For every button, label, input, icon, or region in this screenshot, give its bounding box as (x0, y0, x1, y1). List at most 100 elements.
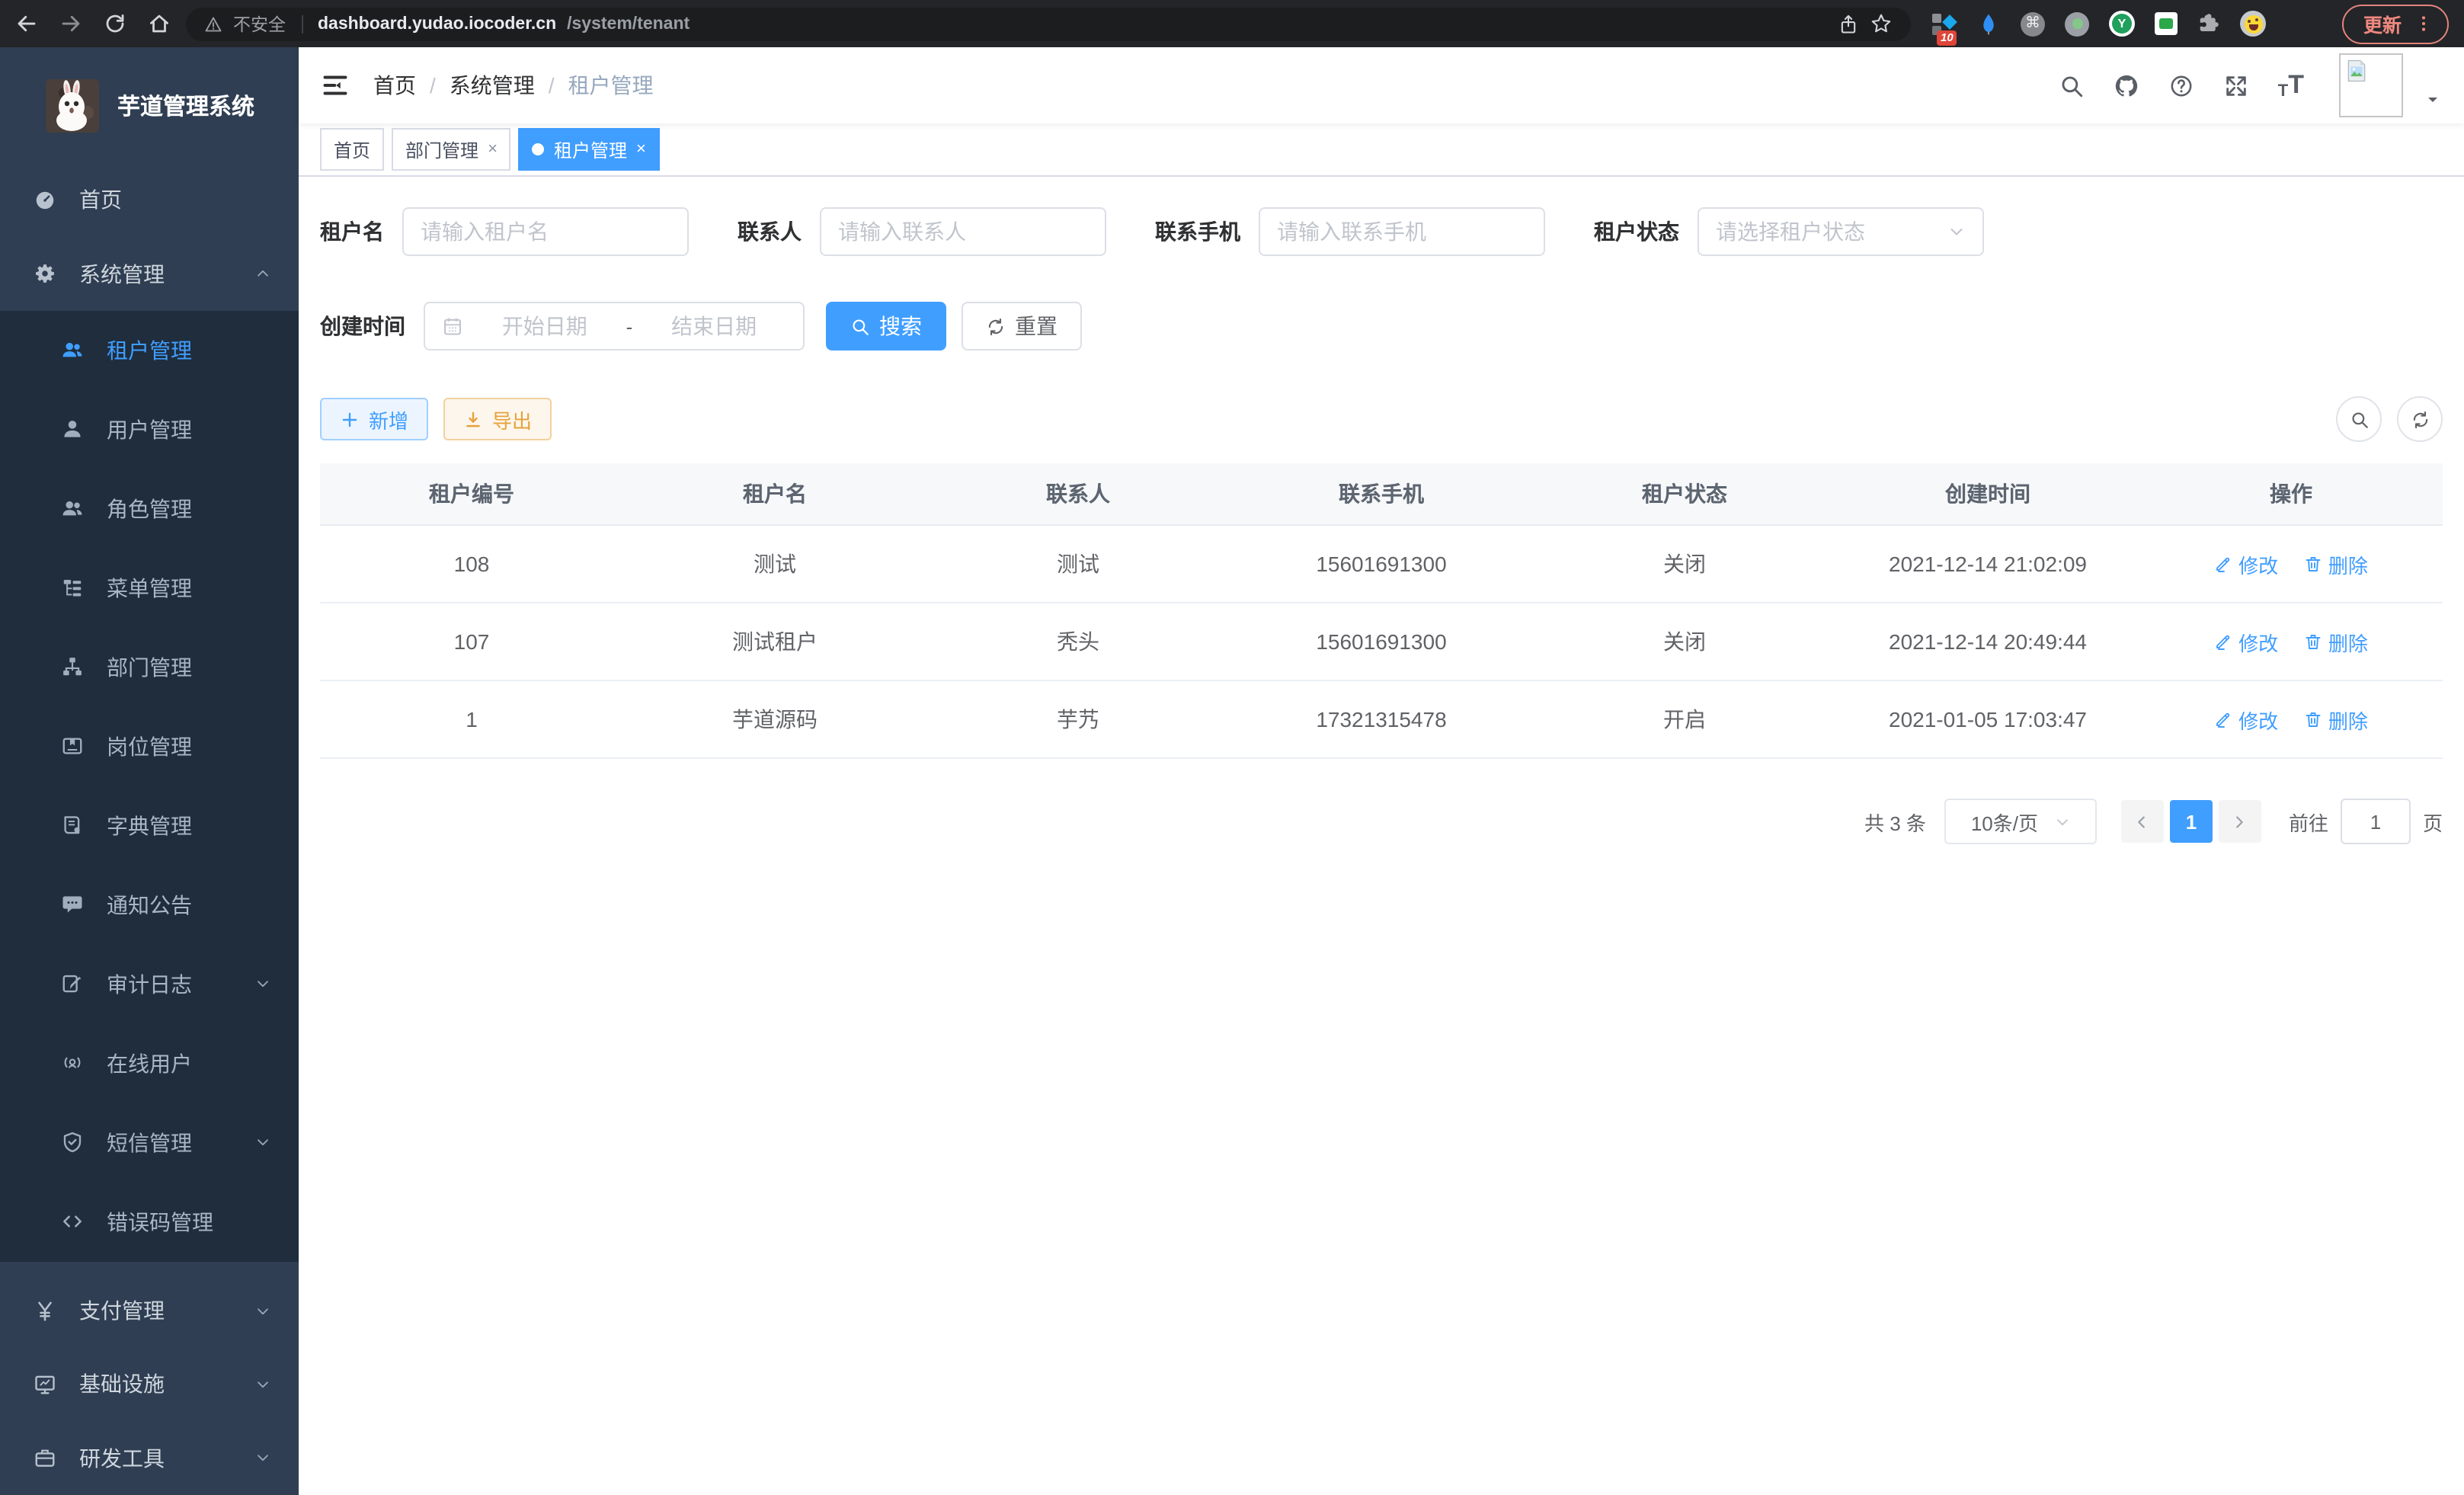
sidebar-item-sms[interactable]: 短信管理 (0, 1103, 299, 1183)
gear-icon (32, 263, 56, 286)
sidebar-item-menu[interactable]: 菜单管理 (0, 549, 299, 628)
pagination: 共 3 条 10条/页 1 前往 页 (320, 799, 2443, 844)
next-page-button[interactable] (2219, 800, 2261, 843)
search-icon[interactable] (2059, 72, 2085, 98)
font-size-icon[interactable]: TT (2278, 70, 2304, 101)
user-menu-caret-icon[interactable] (2426, 93, 2440, 107)
dashboard-icon (32, 189, 56, 212)
briefcase-icon (32, 1447, 56, 1470)
extension-boxes-icon[interactable]: 10 (1932, 11, 1957, 36)
tab-home[interactable]: 首页 (320, 128, 384, 171)
sidebar-item-online-user[interactable]: 在线用户 (0, 1024, 299, 1103)
edit-link[interactable]: 修改 (2214, 627, 2278, 656)
chevron-down-icon (254, 1376, 271, 1393)
sidebar-item-notice[interactable]: 通知公告 (0, 866, 299, 945)
edit-link[interactable]: 修改 (2214, 549, 2278, 578)
delete-link[interactable]: 删除 (2304, 705, 2368, 734)
sidebar-item-devtool[interactable]: 研发工具 (0, 1421, 299, 1495)
avatar[interactable] (2339, 53, 2403, 117)
phone-label: 联系手机 (1155, 216, 1240, 247)
breadcrumb-current: 租户管理 (568, 70, 654, 101)
forward-icon[interactable] (59, 12, 82, 35)
chevron-down-icon (254, 976, 271, 993)
sidebar-item-audit-log[interactable]: 审计日志 (0, 945, 299, 1024)
extension-command-icon[interactable]: ⌘ (2021, 11, 2045, 36)
jump-page-input[interactable] (2341, 799, 2411, 844)
sidebar-item-dept[interactable]: 部门管理 (0, 628, 299, 707)
extension-y-icon[interactable]: Y (2109, 11, 2135, 37)
browser-menu-icon[interactable] (2414, 14, 2434, 34)
active-dot (533, 143, 545, 155)
date-range-picker[interactable]: 开始日期 - 结束日期 (424, 302, 805, 351)
refresh-icon (986, 316, 1006, 336)
sidebar-logo[interactable]: 芋道管理系统 (0, 47, 299, 164)
prev-page-button[interactable] (2121, 800, 2164, 843)
extension-dot-icon[interactable] (2065, 11, 2089, 36)
sidebar-item-role[interactable]: 角色管理 (0, 469, 299, 549)
book-icon (59, 815, 84, 837)
trash-icon (2304, 555, 2322, 573)
browser-toolbar: 不安全 dashboard.yudao.iocoder.cn/system/te… (0, 0, 2464, 47)
extension-emoji-icon[interactable] (2240, 11, 2266, 37)
tab-dept[interactable]: 部门管理 × (392, 128, 511, 171)
phone-input[interactable] (1259, 207, 1545, 256)
search-button[interactable]: 搜索 (826, 302, 946, 351)
edit-link[interactable]: 修改 (2214, 705, 2278, 734)
sidebar-item-dict[interactable]: 字典管理 (0, 786, 299, 866)
sidebar-item-pay[interactable]: 支付管理 (0, 1274, 299, 1348)
delete-link[interactable]: 删除 (2304, 549, 2368, 578)
tab-tenant[interactable]: 租户管理 × (519, 128, 660, 171)
bookmark-star-icon[interactable] (1870, 12, 1893, 35)
chevron-left-icon (2134, 813, 2151, 830)
breadcrumb-system[interactable]: 系统管理 (450, 70, 535, 101)
sidebar-item-tenant[interactable]: 租户管理 (0, 311, 299, 390)
extension-kite-icon[interactable] (1976, 11, 2001, 36)
extension-badge: 10 (1937, 30, 1957, 45)
edit-pencil-icon (2214, 632, 2232, 651)
system-submenu: 租户管理 用户管理 角色管理 菜单管理 部门管理 (0, 311, 299, 1262)
filter-row-2: 创建时间 开始日期 - 结束日期 搜索 重置 (320, 302, 2443, 351)
github-icon[interactable] (2114, 72, 2139, 98)
sidebar-item-error-code[interactable]: 错误码管理 (0, 1183, 299, 1262)
contact-input[interactable] (820, 207, 1106, 256)
extensions-puzzle-icon[interactable] (2197, 12, 2220, 35)
refresh-table-button[interactable] (2397, 396, 2443, 442)
extension-chat-icon[interactable] (2155, 12, 2178, 35)
delete-link[interactable]: 删除 (2304, 627, 2368, 656)
screen: 不安全 dashboard.yudao.iocoder.cn/system/te… (0, 0, 2464, 1495)
chevron-down-icon (254, 1135, 271, 1151)
fullscreen-icon[interactable] (2223, 72, 2249, 98)
close-icon[interactable]: × (488, 140, 498, 158)
address-bar[interactable]: 不安全 dashboard.yudao.iocoder.cn/system/te… (186, 7, 1911, 40)
breadcrumb-home[interactable]: 首页 (373, 70, 416, 101)
share-icon[interactable] (1838, 13, 1859, 34)
page-size-select[interactable]: 10条/页 (1944, 799, 2097, 844)
browser-update-button[interactable]: 更新 (2342, 4, 2449, 43)
security-label: 不安全 (233, 11, 286, 36)
close-icon[interactable]: × (636, 140, 646, 158)
extensions-area: 10 ⌘ Y (1932, 11, 2266, 37)
security-warning-icon[interactable] (204, 14, 222, 33)
yen-icon (32, 1299, 56, 1322)
export-button[interactable]: 导出 (443, 398, 552, 440)
url-host: dashboard.yudao.iocoder.cn (318, 14, 556, 33)
sidebar-item-home[interactable]: 首页 (0, 164, 299, 238)
status-select[interactable]: 请选择租户状态 (1698, 207, 1984, 256)
toggle-search-button[interactable] (2336, 396, 2382, 442)
reload-icon[interactable] (104, 12, 126, 35)
sidebar-fold-icon[interactable] (322, 72, 349, 99)
org-chart-icon (59, 656, 84, 679)
add-button[interactable]: 新增 (320, 398, 428, 440)
home-icon[interactable] (148, 12, 171, 35)
sidebar-item-user[interactable]: 用户管理 (0, 390, 299, 469)
sidebar-item-post[interactable]: 岗位管理 (0, 707, 299, 786)
tenant-name-input[interactable] (402, 207, 689, 256)
sidebar-item-system[interactable]: 系统管理 (0, 237, 299, 311)
sidebar-item-infra[interactable]: 基础设施 (0, 1348, 299, 1422)
reset-button[interactable]: 重置 (962, 302, 1082, 351)
page-1-button[interactable]: 1 (2170, 800, 2213, 843)
back-icon[interactable] (15, 12, 38, 35)
search-icon (2349, 409, 2369, 429)
help-icon[interactable] (2168, 72, 2194, 98)
update-label: 更新 (2363, 9, 2402, 38)
